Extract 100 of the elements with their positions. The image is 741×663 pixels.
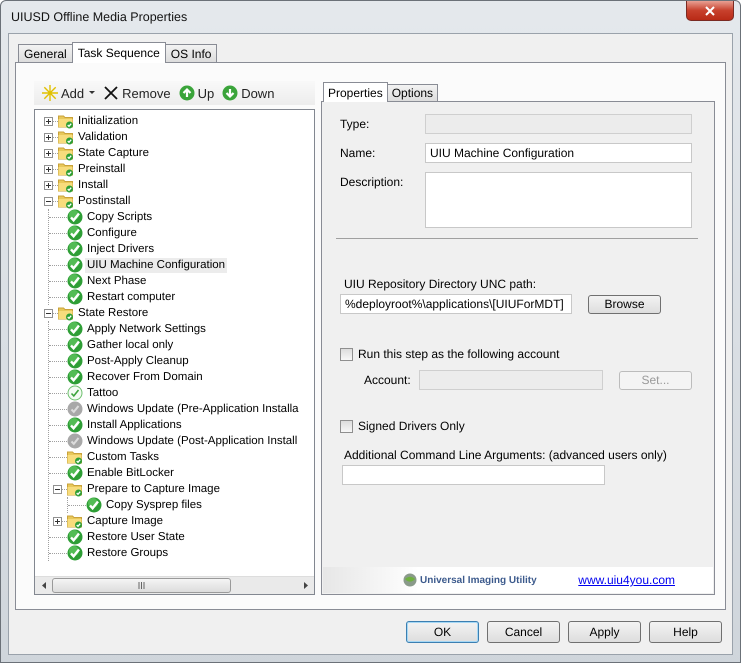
field-label: UIU Repository Directory UNC path: [344, 277, 538, 291]
tree-item[interactable]: Preinstall [76, 162, 128, 176]
tree-item[interactable]: Post-Apply Cleanup [85, 354, 191, 368]
tree-item[interactable]: Copy Scripts [85, 210, 154, 224]
check-badge-icon [67, 545, 83, 561]
website-link[interactable]: www.uiu4you.com [578, 573, 675, 587]
add-button[interactable]: Add [40, 83, 98, 103]
folder-icon [67, 481, 83, 497]
tree-item[interactable]: Capture Image [85, 514, 166, 528]
field-label: Additional Command Line Arguments: (advanced users only) [344, 448, 668, 462]
tree-item[interactable]: Copy Sysprep files [104, 498, 204, 512]
window-title: UIUSD Offline Media Properties [11, 10, 188, 24]
checkbox[interactable] [340, 348, 353, 360]
check-circle-icon [67, 385, 83, 401]
folder-icon [58, 145, 74, 161]
tree-item[interactable]: State Capture [76, 146, 151, 160]
check-badge-icon [67, 209, 83, 225]
check-badge-icon [67, 465, 83, 481]
expand-icon[interactable] [44, 148, 53, 158]
tree-item[interactable]: Windows Update (Pre-Application Installa [85, 402, 301, 416]
check-badge-icon [67, 369, 83, 385]
caret-icon [89, 91, 96, 95]
checkbox-label: Run this step as the following account [358, 347, 560, 361]
tree-item[interactable]: Install Applications [85, 418, 184, 432]
tree-item[interactable]: Apply Network Settings [85, 322, 208, 336]
tree-item[interactable]: Inject Drivers [85, 242, 156, 256]
dialog-button[interactable]: Help [649, 621, 722, 643]
tree-item[interactable]: Install [76, 178, 110, 192]
down-button[interactable]: Down [220, 83, 276, 103]
check-badge-icon [67, 417, 83, 433]
tree-item[interactable]: Enable BitLocker [85, 466, 176, 480]
folder-icon [67, 513, 83, 529]
dialog-button[interactable]: Apply [568, 621, 641, 643]
collapse-icon[interactable] [53, 484, 62, 494]
check-badge-icon [67, 273, 83, 289]
checkbox[interactable] [340, 420, 353, 432]
right-arrow-icon [304, 582, 308, 589]
globe-logo-icon [403, 573, 417, 587]
tab[interactable]: Task Sequence [72, 42, 166, 63]
remove-button[interactable]: Remove [101, 83, 173, 103]
tree-item[interactable]: Gather local only [85, 338, 176, 352]
folder-icon [58, 161, 74, 177]
tab[interactable]: Options [386, 84, 438, 101]
check-badge-icon [67, 225, 83, 241]
tree-item[interactable]: Restart computer [85, 290, 178, 304]
unc-path-field[interactable]: %deployroot%\applications\[UIUForMDT] [340, 294, 572, 314]
arguments-field[interactable] [342, 465, 605, 485]
folder-icon [58, 177, 74, 193]
tree-item[interactable]: Next Phase [85, 274, 148, 288]
check-badge-icon [67, 321, 83, 337]
grip-icon [138, 582, 145, 589]
starburst-icon [42, 85, 58, 101]
collapse-icon[interactable] [44, 196, 53, 206]
close-icon [103, 85, 120, 101]
check-badge-icon [86, 497, 102, 513]
dialog-button[interactable]: Cancel [487, 621, 560, 643]
scrollbar-thumb[interactable] [52, 578, 231, 593]
expand-icon[interactable] [44, 164, 53, 174]
name-field[interactable]: UIU Machine Configuration [425, 143, 692, 163]
field-label: Description: [340, 175, 404, 189]
tree-item[interactable]: Initialization [76, 114, 140, 128]
tree-item[interactable]: Custom Tasks [85, 450, 162, 464]
folder-icon [58, 193, 74, 209]
description-field[interactable] [425, 172, 692, 228]
field-label: Type: [340, 117, 370, 131]
field-label: Account: [364, 373, 412, 387]
tree-item[interactable]: Windows Update (Post-Application Install [85, 434, 300, 448]
tree-item[interactable]: UIU Machine Configuration [85, 258, 228, 272]
tree-item[interactable]: Restore Groups [85, 546, 170, 560]
field-label: Name: [340, 146, 376, 160]
check-badge-icon [67, 353, 83, 369]
tab[interactable]: Properties [323, 82, 388, 102]
close-button[interactable] [686, 1, 734, 21]
dialog-button[interactable]: OK [406, 621, 479, 643]
expand-icon[interactable] [44, 116, 53, 126]
expand-icon[interactable] [53, 516, 62, 526]
left-arrow-icon [42, 582, 46, 589]
check-badge-icon [67, 529, 83, 545]
expand-icon[interactable] [44, 132, 53, 142]
tree-item[interactable]: Restore User State [85, 530, 187, 544]
folder-icon [58, 305, 74, 321]
tree-item[interactable]: Postinstall [76, 194, 132, 208]
brand-name: Universal Imaging Utility [420, 574, 537, 586]
browse-button[interactable]: Browse [588, 294, 661, 314]
tree-item[interactable]: State Restore [76, 306, 150, 320]
tab[interactable]: General [18, 44, 73, 62]
expand-icon[interactable] [44, 180, 53, 190]
folder-icon [67, 449, 83, 465]
folder-icon [58, 113, 74, 129]
tree-item[interactable]: Validation [76, 130, 130, 144]
tree-item[interactable]: Configure [85, 226, 139, 240]
up-button[interactable]: Up [176, 83, 216, 103]
tree-item[interactable]: Tattoo [85, 386, 120, 400]
tree-item[interactable]: Prepare to Capture Image [85, 482, 222, 496]
check-badge-icon [67, 257, 83, 273]
tab[interactable]: OS Info [164, 44, 218, 62]
collapse-icon[interactable] [44, 308, 53, 318]
checkbox-label: Signed Drivers Only [358, 419, 465, 433]
tree-item[interactable]: Recover From Domain [85, 370, 205, 384]
check-badge-icon [67, 289, 83, 305]
